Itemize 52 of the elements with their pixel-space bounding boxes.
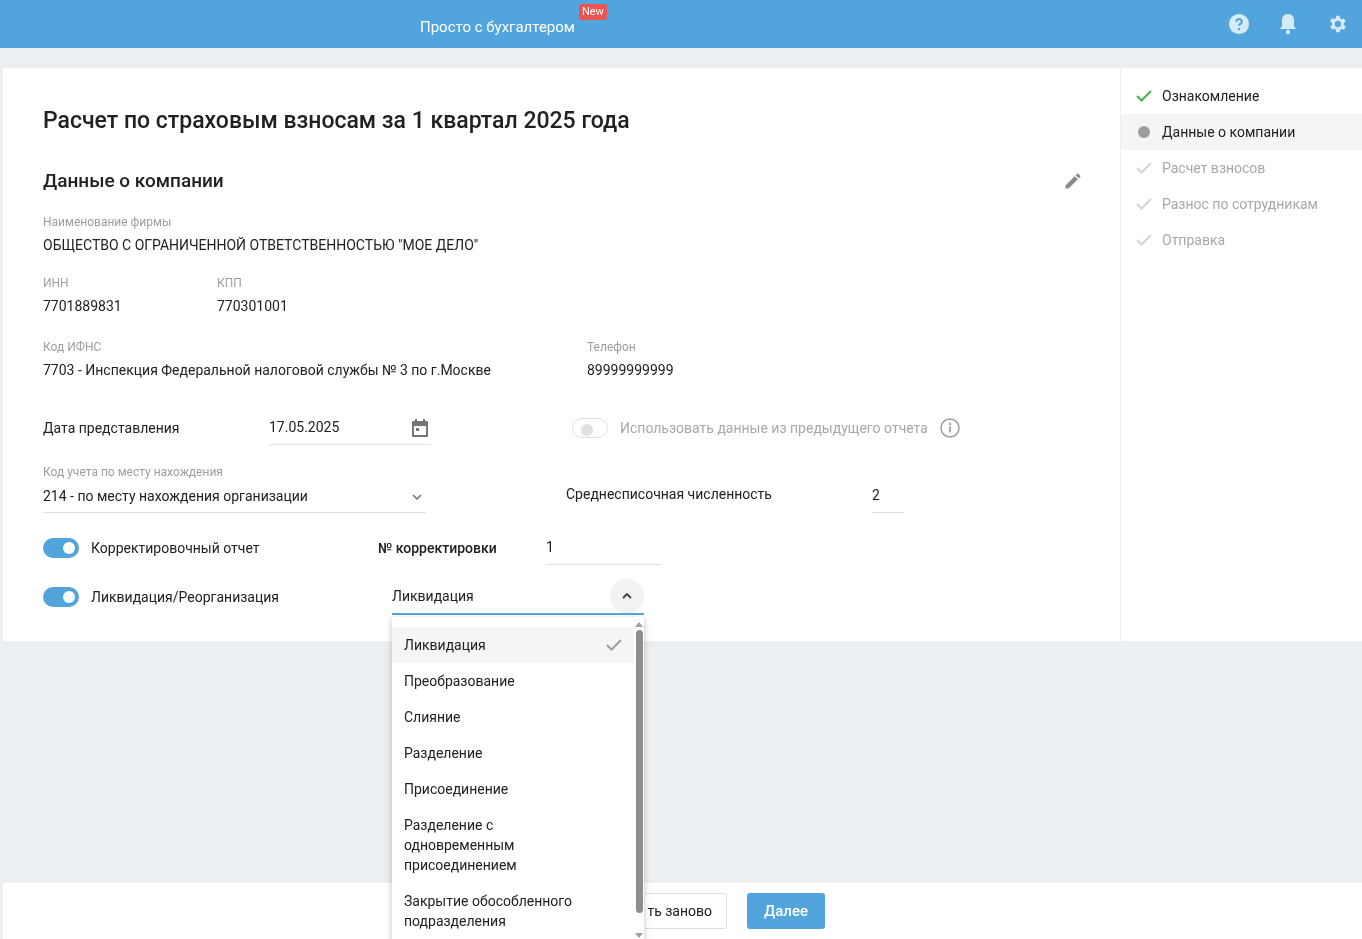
field-label: Код ИФНС: [43, 339, 103, 356]
chevron-down-icon: [412, 493, 422, 500]
check-icon: [1136, 90, 1152, 102]
edit-pencil-icon[interactable]: [1063, 170, 1083, 191]
headcount-field[interactable]: 2: [872, 479, 904, 513]
field-label: Среднесписочная численность: [566, 485, 773, 504]
dropdown-option[interactable]: Закрытие обособленного подразделения: [392, 883, 634, 939]
field-value: 770301001: [217, 297, 288, 316]
notification-bell-icon[interactable]: [1278, 13, 1298, 35]
chevron-up-icon: [622, 593, 632, 599]
field-label: ИНН: [43, 275, 70, 292]
dropdown-option[interactable]: Присоединение: [392, 771, 634, 807]
check-icon: [1136, 162, 1152, 174]
step-item[interactable]: Ознакомление: [1121, 78, 1362, 114]
check-icon: [606, 639, 622, 651]
field-value: 7701889831: [43, 297, 123, 316]
dropdown-option[interactable]: Преобразование: [392, 663, 634, 699]
dropdown-option[interactable]: Ликвидация: [392, 627, 634, 663]
date-field[interactable]: 17.05.2025: [269, 411, 431, 445]
field-label: Код учета по месту нахождения: [43, 464, 224, 481]
scroll-up-arrow-icon[interactable]: [635, 621, 643, 627]
info-icon[interactable]: [939, 418, 960, 438]
field-label: Телефон: [587, 339, 637, 356]
check-icon: [1136, 234, 1152, 246]
reorganization-select[interactable]: Ликвидация: [392, 579, 644, 615]
field-label: КПП: [217, 275, 243, 292]
field-label: Наименование фирмы: [43, 214, 173, 231]
field-value: ОБЩЕСТВО С ОГРАНИЧЕННОЙ ОТВЕТСТВЕННОСТЬЮ "МОЕ ДЕЛО": [43, 236, 480, 255]
calendar-icon[interactable]: [411, 417, 429, 438]
dropdown-option[interactable]: Разделение с одновременным присоединением: [392, 807, 634, 883]
toggle-label: Ликвидация/Реорганизация: [91, 587, 280, 607]
page-title: Расчет по страховым взносам за 1 квартал 2025 года: [43, 106, 631, 136]
dropdown-option[interactable]: Слияние: [392, 699, 634, 735]
section-title: Данные о компании: [43, 167, 224, 194]
field-value: 89999999999: [587, 361, 674, 380]
new-badge: New: [578, 3, 607, 20]
toggle-label: Использовать данные из предыдущего отчета: [620, 418, 928, 438]
help-icon[interactable]: [1228, 13, 1250, 35]
restart-button[interactable]: ть заново: [645, 893, 727, 929]
toggle-switch[interactable]: [43, 538, 79, 558]
toggle-label: Корректировочный отчет: [91, 538, 261, 558]
dropdown-option[interactable]: Разделение: [392, 735, 634, 771]
check-icon: [1136, 198, 1152, 210]
field-label: № корректировки: [378, 538, 498, 558]
scroll-down-arrow-icon[interactable]: [635, 933, 643, 939]
toggle-switch[interactable]: [43, 587, 79, 607]
field-value: 7703 - Инспекция Федеральной налоговой службы № 3 по г.Москве: [43, 361, 492, 380]
correction-number-field[interactable]: 1: [546, 531, 661, 565]
location-code-select[interactable]: 214 - по месту нахождения организации: [43, 481, 426, 513]
field-label: Дата представления: [43, 418, 181, 438]
collapse-button[interactable]: [610, 579, 644, 613]
step-item[interactable]: Данные о компании: [1121, 114, 1362, 150]
